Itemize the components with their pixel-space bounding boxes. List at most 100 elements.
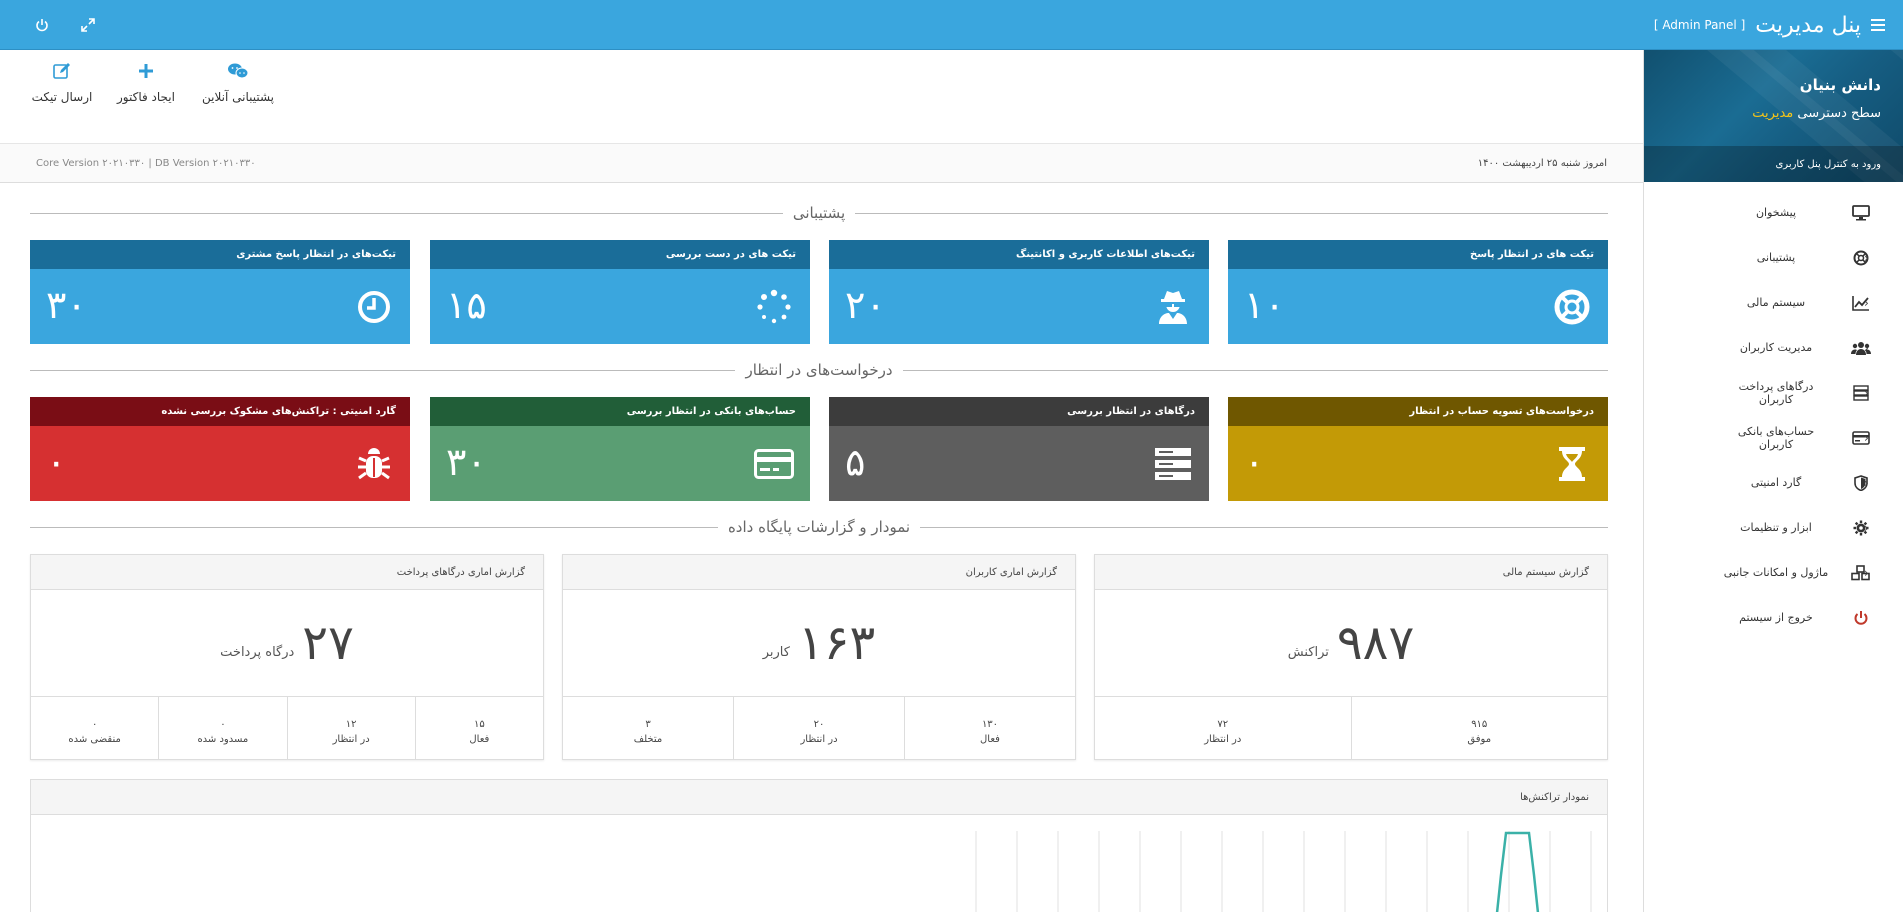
- report-panel-title: گزارش اماری درگاهای پرداخت: [31, 555, 543, 590]
- report-stat-cell: ۱۲ در انتظار: [286, 697, 415, 759]
- stat-box-tickets-awaiting-reply[interactable]: تیکت های در انتظار پاسخ ۱۰: [1228, 240, 1608, 344]
- chevron-left-icon: ‹: [1864, 385, 1869, 400]
- sidebar-item-users[interactable]: مدیریت کاربران ‹: [1644, 325, 1903, 370]
- chart-series-line: [1495, 831, 1540, 912]
- sidebar-item-label: حساب‌های بانکی کاربران: [1737, 424, 1815, 451]
- stat-box-title: تیکت‌های اطلاعات کاربری و اکانتینگ: [829, 240, 1209, 269]
- report-total-unit: کاربر: [762, 644, 790, 660]
- sidebar-item-dashboard[interactable]: پیشخوان: [1644, 190, 1903, 235]
- report-stat-label: موفق: [1467, 734, 1492, 745]
- stat-box-title: تیکت‌های در انتظار پاسخ مشتری: [30, 240, 410, 269]
- section-header-support: پشتیبانی: [30, 203, 1609, 223]
- chevron-left-icon: ‹: [1864, 475, 1869, 490]
- hamburger-icon[interactable]: [1871, 15, 1885, 36]
- transactions-chart: [975, 831, 1592, 912]
- stat-box-value: ۰: [1244, 440, 1265, 484]
- credit-card-icon: [754, 444, 794, 484]
- report-stat-cell: ۲۰ در انتظار: [733, 697, 904, 759]
- report-total-value: ۱۶۳: [797, 615, 876, 671]
- section-title: نمودار و گزارشات پایگاه داده: [727, 518, 911, 536]
- lifebuoy-icon: [1552, 287, 1592, 327]
- sidebar-item-label: پیشخوان: [1755, 206, 1797, 219]
- stat-box-settlement-requests[interactable]: درخواست‌های تسویه حساب در انتظار ۰: [1228, 397, 1608, 501]
- stat-box-bank-accounts-pending[interactable]: حساب‌های بانکی در انتظار بررسی ۳۰: [430, 397, 810, 501]
- section-title: درخواست‌های در انتظار: [745, 361, 893, 379]
- app-subtitle: [ Admin Panel ]: [1653, 18, 1746, 32]
- report-stat-value: ۲۰: [813, 719, 825, 730]
- sidebar-menu: پیشخوان پشتیبانی ‹ سیستم مالی ‹ مدیریت ک…: [1644, 182, 1903, 640]
- report-stat-value: ۱۲: [345, 719, 357, 730]
- stat-box-title: تیکت های در دست بررسی: [430, 240, 810, 269]
- online-support-button[interactable]: پشتیبانی آنلاین: [196, 60, 280, 130]
- chevron-left-icon: ‹: [1864, 295, 1869, 310]
- quick-action-label: پشتیبانی آنلاین: [201, 90, 275, 104]
- sidebar-item-bank-accounts[interactable]: حساب‌های بانکی کاربران ‹: [1644, 415, 1903, 460]
- chevron-left-icon: ‹: [1864, 250, 1869, 265]
- sidebar-item-label: خروج از سیستم: [1739, 611, 1813, 624]
- report-stat-cell: ۱۳۰ فعال: [904, 697, 1075, 759]
- send-ticket-button[interactable]: ارسال تیکت: [30, 60, 94, 130]
- access-level-prefix: سطح دسترسی: [1797, 106, 1881, 121]
- report-stat-cell: ۳ متخلف: [563, 697, 733, 759]
- sidebar-item-label: درگاهای پرداخت کاربران: [1738, 379, 1814, 406]
- sidebar-item-modules[interactable]: ماژول و امکانات جانبی ‹: [1644, 550, 1903, 595]
- chat-icon: [196, 60, 280, 82]
- report-panel-title: گزارش اماری کاربران: [563, 555, 1075, 590]
- chevron-left-icon: ‹: [1864, 565, 1869, 580]
- stat-box-title: درگاهای در انتظار بررسی: [829, 397, 1209, 426]
- quick-action-label: ارسال تیکت: [31, 90, 93, 104]
- report-panel-title: گزارش سیستم مالی: [1095, 555, 1607, 590]
- report-total-unit: درگاه پرداخت: [220, 644, 295, 660]
- sidebar-item-label: ماژول و امکانات جانبی: [1723, 566, 1829, 579]
- sidebar-item-tools-settings[interactable]: ابزار و تنظیمات ‹: [1644, 505, 1903, 550]
- sidebar-item-support[interactable]: پشتیبانی ‹: [1644, 235, 1903, 280]
- section-header-reports: نمودار و گزارشات پایگاه داده: [30, 517, 1609, 537]
- report-total-value: ۹۸۷: [1336, 615, 1415, 671]
- stat-box-tickets-awaiting-customer[interactable]: تیکت‌های در انتظار پاسخ مشتری ۳۰: [30, 240, 410, 344]
- stat-box-suspicious-transactions[interactable]: گارد امنیتی : تراکنش‌های مشکوک بررسی نشد…: [30, 397, 410, 501]
- stat-box-value: ۲۰: [845, 283, 886, 327]
- stat-box-value: ۳۰: [46, 283, 87, 327]
- stat-box-title: گارد امنیتی : تراکنش‌های مشکوک بررسی نشد…: [30, 397, 410, 426]
- create-invoice-button[interactable]: ایجاد فاکتور: [112, 60, 180, 130]
- report-stat-cell: ۰ منقضی شده: [31, 697, 158, 759]
- stat-box-account-tickets[interactable]: تیکت‌های اطلاعات کاربری و اکانتینگ ۲۰: [829, 240, 1209, 344]
- user-panel-login-link[interactable]: ورود به کنترل پنل کاربری: [1644, 146, 1903, 182]
- edit-icon: [30, 60, 94, 82]
- stat-box-title: تیکت های در انتظار پاسخ: [1228, 240, 1608, 269]
- stat-box-value: ۱۰: [1244, 283, 1285, 327]
- sidebar-item-label: پشتیبانی: [1756, 251, 1796, 264]
- sidebar-item-gateways[interactable]: درگاهای پرداخت کاربران ‹: [1644, 370, 1903, 415]
- report-stat-label: فعال: [469, 734, 490, 745]
- monitor-icon: [1851, 203, 1871, 223]
- top-navbar: پنل مدیریت [ Admin Panel ]: [0, 0, 1903, 50]
- power-icon: [1851, 608, 1871, 628]
- sidebar-item-finance[interactable]: سیستم مالی ‹: [1644, 280, 1903, 325]
- sidebar-item-security-guard[interactable]: گارد امنیتی ‹: [1644, 460, 1903, 505]
- plus-icon: [112, 60, 180, 82]
- quick-action-label: ایجاد فاکتور: [117, 90, 175, 104]
- sidebar-item-label: ابزار و تنظیمات: [1740, 521, 1812, 534]
- report-panel-finance: گزارش سیستم مالی ۹۸۷ تراکنش ۹۱۵ موفق ۷۲ …: [1094, 554, 1608, 760]
- report-stat-cell: ۰ مسدود شده: [158, 697, 286, 759]
- stat-box-gateways-pending[interactable]: درگاهای در انتظار بررسی ۵: [829, 397, 1209, 501]
- sidebar-item-logout[interactable]: خروج از سیستم: [1644, 595, 1903, 640]
- chevron-left-icon: ‹: [1864, 340, 1869, 355]
- access-level-value: مدیریت: [1752, 106, 1794, 121]
- report-total-value: ۲۷: [302, 615, 354, 671]
- report-stat-value: ۹۱۵: [1471, 719, 1488, 730]
- report-stat-label: منقضی شده: [68, 734, 121, 745]
- chart-title: نمودار تراکنش‌ها: [31, 780, 1607, 815]
- app-title: پنل مدیریت: [1755, 12, 1861, 38]
- sidebar-item-label: سیستم مالی: [1746, 296, 1806, 309]
- report-panel-users: گزارش اماری کاربران ۱۶۳ کاربر ۱۳۰ فعال ۲…: [562, 554, 1076, 760]
- report-panel-gateways: گزارش اماری درگاهای پرداخت ۲۷ درگاه پردا…: [30, 554, 544, 760]
- info-bar: امروز شنبه ۲۵ اردیبهشت ۱۴۰۰ Core Version…: [0, 143, 1643, 183]
- report-stat-label: در انتظار: [1204, 734, 1242, 745]
- power-icon[interactable]: [32, 15, 52, 35]
- report-stat-value: ۰: [91, 719, 98, 730]
- expand-icon[interactable]: [78, 15, 98, 35]
- stat-box-tickets-in-review[interactable]: تیکت های در دست بررسی ۱۵: [430, 240, 810, 344]
- sidebar-item-label: مدیریت کاربران: [1739, 341, 1813, 354]
- clock-icon: [354, 287, 394, 327]
